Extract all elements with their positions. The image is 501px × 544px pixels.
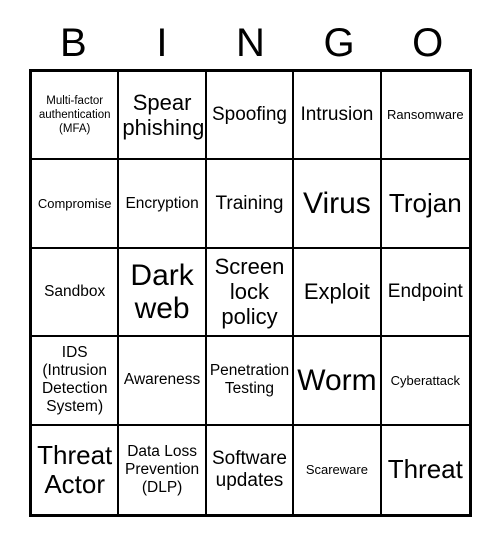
- bingo-cell-g-2[interactable]: Virus: [294, 160, 382, 249]
- header-letter-i: I: [156, 21, 168, 65]
- bingo-cell-label: Threat Actor: [37, 439, 113, 499]
- bingo-cell-label: Intrusion: [300, 104, 374, 126]
- bingo-cell-g-1[interactable]: Intrusion: [294, 72, 382, 161]
- bingo-cell-g-4[interactable]: Worm: [294, 337, 382, 426]
- bingo-cell-o-3[interactable]: Endpoint: [381, 248, 469, 338]
- bingo-cell-label: Compromise: [37, 195, 112, 211]
- bingo-cell-o-5[interactable]: Threat: [381, 425, 469, 514]
- bingo-cell-label: Penetration Testing: [209, 362, 290, 398]
- bingo-cell-b-3[interactable]: Sandbox: [32, 248, 120, 338]
- bingo-cell-g-5[interactable]: Scareware: [294, 425, 382, 514]
- bingo-cell-i-4[interactable]: Awareness: [119, 337, 207, 426]
- bingo-cell-label: Screen lock policy: [214, 254, 285, 330]
- bingo-cell-o-1[interactable]: Ransomware: [381, 72, 469, 161]
- bingo-cell-o-2[interactable]: Trojan: [381, 160, 469, 249]
- bingo-cell-g-3[interactable]: Exploit: [294, 248, 382, 338]
- bingo-header-row: B I N G O: [29, 18, 472, 68]
- bingo-card: B I N G O Multi-factor authentication (M…: [0, 0, 501, 544]
- bingo-cell-label: Data Loss Prevention (DLP): [125, 442, 200, 496]
- bingo-cell-i-2[interactable]: Encryption: [119, 160, 207, 249]
- bingo-cell-b-2[interactable]: Compromise: [32, 160, 120, 249]
- bingo-cell-i-1[interactable]: Spear phishing: [119, 72, 207, 161]
- bingo-cell-n-1[interactable]: Spoofing: [206, 72, 295, 161]
- bingo-cell-b-1[interactable]: Multi-factor authentication (MFA): [32, 72, 120, 161]
- bingo-cell-i-3[interactable]: Dark web: [119, 248, 207, 338]
- bingo-cell-label: Spoofing: [211, 104, 287, 126]
- bingo-cell-label: Virus: [302, 187, 371, 221]
- bingo-cell-label: Multi-factor authentication (MFA): [38, 95, 111, 136]
- bingo-cell-label: Worm: [297, 363, 377, 397]
- bingo-cell-label: Cyberattack: [390, 372, 460, 388]
- bingo-cell-label: Ransomware: [387, 107, 464, 123]
- bingo-cell-label: Trojan: [388, 188, 462, 219]
- bingo-cell-label: Training: [215, 192, 284, 214]
- bingo-cell-label: Software updates: [212, 447, 287, 491]
- bingo-cell-b-4[interactable]: IDS (Intrusion Detection System): [32, 337, 120, 426]
- bingo-cell-label: Scareware: [305, 462, 368, 478]
- header-letter-o: O: [412, 21, 444, 65]
- bingo-cell-n-2[interactable]: Training: [206, 160, 295, 249]
- bingo-cell-i-5[interactable]: Data Loss Prevention (DLP): [119, 425, 207, 514]
- bingo-cell-label: Threat: [387, 454, 463, 485]
- bingo-grid: Multi-factor authentication (MFA) Spear p…: [29, 69, 472, 517]
- bingo-cell-n-3[interactable]: Screen lock policy: [206, 248, 295, 338]
- bingo-cell-label: IDS (Intrusion Detection System): [41, 344, 108, 416]
- bingo-cell-label: Exploit: [303, 279, 370, 305]
- bingo-cell-n-5[interactable]: Software updates: [206, 425, 295, 514]
- header-letter-g: G: [323, 21, 355, 65]
- bingo-cell-label: Spear phishing: [122, 90, 205, 141]
- bingo-cell-b-5[interactable]: Threat Actor: [32, 425, 120, 514]
- header-letter-b: B: [59, 21, 87, 65]
- bingo-cell-label: Sandbox: [44, 282, 106, 300]
- bingo-cell-label: Dark web: [130, 258, 194, 325]
- header-letter-n: N: [236, 21, 265, 65]
- bingo-cell-label: Awareness: [123, 371, 201, 389]
- bingo-cell-o-4[interactable]: Cyberattack: [381, 337, 469, 426]
- bingo-cell-label: Encryption: [125, 194, 199, 212]
- bingo-cell-label: Endpoint: [387, 280, 463, 302]
- bingo-cell-n-4[interactable]: Penetration Testing: [206, 337, 295, 426]
